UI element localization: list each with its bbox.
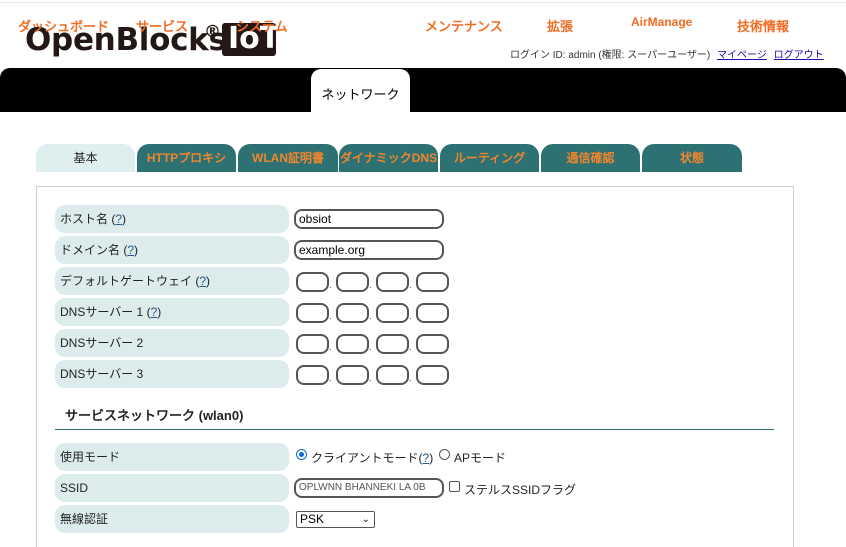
nav-network-label: ネットワーク xyxy=(321,87,400,102)
dns3-dot-2: . xyxy=(369,373,372,383)
gateway-label: デフォルトゲートウェイ xyxy=(60,274,193,288)
tab-http-proxy[interactable]: HTTPプロキシ xyxy=(137,144,236,172)
nav-maintenance[interactable]: メンテナンス xyxy=(425,16,503,35)
dns1-dot-2: . xyxy=(369,311,372,321)
top-rule xyxy=(0,2,846,3)
mode-label-cell: 使用モード xyxy=(55,443,289,471)
nav-service[interactable]: サービス xyxy=(136,16,188,35)
wlan-section-divider xyxy=(55,429,774,430)
gateway-dot-3: . xyxy=(409,280,412,290)
dns1-octet-4[interactable] xyxy=(416,303,449,323)
gateway-label-cell: デフォルトゲートウェイ (?) xyxy=(55,267,289,295)
dns1-dot-1: . xyxy=(329,311,332,321)
auth-label: 無線認証 xyxy=(60,512,109,526)
ssid-label: SSID xyxy=(60,481,89,495)
dns2-dot-3: . xyxy=(409,342,412,352)
dns2-label: DNSサーバー 2 xyxy=(60,336,144,350)
client-mode-label: クライアントモード xyxy=(311,451,419,465)
domain-label: ドメイン名 xyxy=(60,243,121,257)
domain-input[interactable]: example.org xyxy=(294,240,444,260)
hostname-help-link[interactable]: ? xyxy=(115,212,122,226)
hostname-input[interactable]: obsiot xyxy=(294,209,444,229)
tab-dynamic-dns[interactable]: ダイナミックDNS xyxy=(339,144,438,172)
nav-network[interactable]: ネットワーク xyxy=(311,69,410,112)
tab-status[interactable]: 状態 xyxy=(642,144,742,172)
dns2-octet-2[interactable] xyxy=(336,334,369,354)
nav-dashboard[interactable]: ダッシュボード xyxy=(18,16,109,35)
chevron-down-icon: ⌄ xyxy=(361,514,370,525)
dns1-octet-1[interactable] xyxy=(296,303,329,323)
dns1-dot-3: . xyxy=(409,311,412,321)
dns3-dot-3: . xyxy=(409,373,412,383)
dns1-label-cell: DNSサーバー 1 (?) xyxy=(55,298,289,326)
mode-help-link[interactable]: ? xyxy=(423,451,430,465)
nav-extension[interactable]: 拡張 xyxy=(547,16,573,35)
dns1-octet-3[interactable] xyxy=(376,303,409,323)
gateway-octet-2[interactable] xyxy=(336,272,369,292)
dns3-octet-4[interactable] xyxy=(416,365,449,385)
dns2-dot-2: . xyxy=(369,342,372,352)
wlan-section-title: サービスネットワーク (wlan0) xyxy=(65,408,244,423)
tab-connectivity-check[interactable]: 通信確認 xyxy=(541,144,640,172)
dns1-label: DNSサーバー 1 xyxy=(60,305,144,319)
gateway-help-link[interactable]: ? xyxy=(199,274,206,288)
dns2-label-cell: DNSサーバー 2 xyxy=(55,329,289,357)
login-info-text: ログイン ID: admin (権限: スーパーユーザー) xyxy=(510,50,711,61)
main-nav xyxy=(0,68,846,112)
gateway-dot-1: . xyxy=(329,280,332,290)
tab-routing[interactable]: ルーティング xyxy=(440,144,539,172)
hostname-label: ホスト名 xyxy=(60,212,109,226)
dns2-dot-1: . xyxy=(329,342,332,352)
dns2-octet-4[interactable] xyxy=(416,334,449,354)
dns3-octet-2[interactable] xyxy=(336,365,369,385)
auth-select-value: PSK xyxy=(300,512,325,526)
nav-tech-info[interactable]: 技術情報 xyxy=(737,16,789,35)
domain-help-link[interactable]: ? xyxy=(127,243,134,257)
nav-airmanage[interactable]: AirManage xyxy=(631,15,692,29)
tab-basic[interactable]: 基本 xyxy=(36,144,135,172)
nav-system[interactable]: システム xyxy=(236,16,288,35)
dns1-octet-2[interactable] xyxy=(336,303,369,323)
mypage-link[interactable]: マイページ xyxy=(717,50,767,61)
client-mode-text: クライアントモード(?) xyxy=(311,451,434,465)
dns2-octet-1[interactable] xyxy=(296,334,329,354)
tab-wlan-cert[interactable]: WLAN証明書 xyxy=(238,144,338,172)
gateway-dot-2: . xyxy=(369,280,372,290)
gateway-octet-1[interactable] xyxy=(296,272,329,292)
dns3-octet-3[interactable] xyxy=(376,365,409,385)
client-mode-radio[interactable] xyxy=(296,449,307,460)
mode-label: 使用モード xyxy=(60,450,121,464)
dns3-octet-1[interactable] xyxy=(296,365,329,385)
gateway-octet-4[interactable] xyxy=(416,272,449,292)
ap-mode-label: APモード xyxy=(454,451,507,465)
domain-label-cell: ドメイン名 (?) xyxy=(55,236,289,264)
ssid-input[interactable]: OPLWNN BHANNEKI LA 0B xyxy=(294,478,444,498)
dns3-dot-1: . xyxy=(329,373,332,383)
logo-registered-mark: ® xyxy=(204,22,221,42)
stealth-ssid-checkbox[interactable] xyxy=(449,481,460,492)
user-info: ログイン ID: admin (権限: スーパーユーザー) マイページ ログアウ… xyxy=(510,46,824,61)
logout-link[interactable]: ログアウト xyxy=(774,50,824,61)
gateway-octet-3[interactable] xyxy=(376,272,409,292)
stealth-ssid-label: ステルスSSIDフラグ xyxy=(464,483,577,497)
dns2-octet-3[interactable] xyxy=(376,334,409,354)
dns1-help-link[interactable]: ? xyxy=(151,305,158,319)
dns3-label: DNSサーバー 3 xyxy=(60,367,144,381)
auth-select[interactable]: PSK ⌄ xyxy=(296,511,375,528)
ap-mode-radio[interactable] xyxy=(439,449,450,460)
hostname-label-cell: ホスト名 (?) xyxy=(55,205,289,233)
ssid-label-cell: SSID xyxy=(55,474,289,502)
dns3-label-cell: DNSサーバー 3 xyxy=(55,360,289,388)
